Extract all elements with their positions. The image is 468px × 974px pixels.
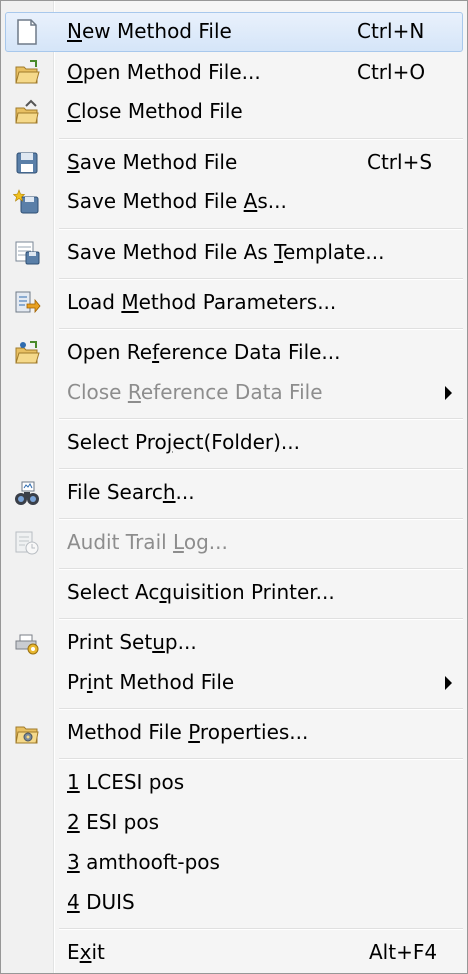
menu-item-select-project-folder[interactable]: Select Project(Folder)... [5, 423, 463, 463]
shortcut-label: Ctrl+O [357, 60, 426, 84]
menu-item-close-reference-data-file: Close Reference Data File [5, 373, 463, 413]
menu-item-label: Print Setup... [67, 630, 197, 654]
separator [59, 138, 463, 140]
menu-item-print-method-file[interactable]: Print Method File [5, 663, 463, 703]
menu-item-label: Select Acquisition Printer... [67, 580, 335, 604]
menu-item-label: Close Reference Data File [67, 380, 323, 404]
menu-item-save-method-file[interactable]: Save Method File Ctrl+S [5, 143, 463, 183]
separator [59, 618, 463, 620]
menu-item-label: Open Reference Data File... [67, 340, 341, 364]
separator [59, 278, 463, 280]
properties-icon [15, 726, 39, 744]
menu-item-exit[interactable]: Exit Alt+F4 [5, 933, 463, 973]
menu-item-label: 3 amthooft-pos [67, 850, 220, 874]
menu-item-new-method-file[interactable]: New Method File Ctrl+N [5, 12, 463, 52]
new-file-icon [17, 19, 37, 45]
printer-setup-icon [15, 634, 39, 655]
menu-item-open-reference-data-file[interactable]: Open Reference Data File... [5, 333, 463, 373]
separator [59, 518, 463, 520]
binoculars-icon [15, 481, 39, 505]
shortcut-label: Alt+F4 [369, 940, 438, 964]
save-as-icon [13, 189, 39, 214]
menu-item-open-method-file[interactable]: Open Method File... Ctrl+O [5, 53, 463, 93]
menu-item-label: File Search... [67, 480, 195, 504]
recent-file-item[interactable]: 3 amthooft-pos [5, 843, 463, 883]
menu-item-select-acquisition-printer[interactable]: Select Acquisition Printer... [5, 573, 463, 613]
open-folder-icon [15, 60, 40, 84]
menu-item-label: 1 LCESI pos [67, 770, 185, 794]
shortcut-label: Ctrl+S [367, 150, 433, 174]
menu-item-label: Exit [67, 940, 105, 964]
menu-item-method-file-properties[interactable]: Method File Properties... [5, 713, 463, 753]
recent-file-item[interactable]: 1 LCESI pos [5, 763, 463, 803]
separator [59, 468, 463, 470]
separator [59, 228, 463, 230]
submenu-arrow-icon [445, 386, 452, 400]
menu-item-label: Save Method File [67, 150, 238, 174]
menu-item-file-search[interactable]: File Search... [5, 473, 463, 513]
menu-item-save-as-template[interactable]: Save Method File As Template... [5, 233, 463, 273]
file-menu: New Method File Ctrl+N Open Method File.… [0, 0, 468, 974]
separator [59, 928, 463, 930]
menu-item-save-method-file-as[interactable]: Save Method File As... [5, 182, 463, 222]
menu-item-label: Save Method File As... [67, 189, 287, 213]
menu-item-label: Select Project(Folder)... [67, 430, 300, 454]
menu-item-label: Print Method File [67, 670, 235, 694]
menu-item-audit-trail-log: Audit Trail Log... [5, 523, 463, 563]
menu-item-label: New Method File [67, 19, 232, 43]
separator [59, 568, 463, 570]
load-parameters-icon [15, 291, 41, 314]
menu-item-close-method-file[interactable]: Close Method File [5, 92, 463, 132]
audit-log-icon [15, 531, 39, 555]
recent-file-item[interactable]: 4 DUIS [5, 883, 463, 923]
recent-file-item[interactable]: 2 ESI pos [5, 803, 463, 843]
menu-item-label: Open Method File... [67, 60, 261, 84]
separator [59, 758, 463, 760]
menu-item-label: Load Method Parameters... [67, 290, 337, 314]
menu-item-label: Audit Trail Log... [67, 530, 228, 554]
submenu-arrow-icon [445, 676, 452, 690]
menu-item-label: Method File Properties... [67, 720, 309, 744]
menu-item-load-method-parameters[interactable]: Load Method Parameters... [5, 283, 463, 323]
menu-item-label: 2 ESI pos [67, 810, 160, 834]
save-template-icon [15, 241, 40, 265]
separator [59, 708, 463, 710]
menu-item-label: Close Method File [67, 99, 243, 123]
menu-item-print-setup[interactable]: Print Setup... [5, 623, 463, 663]
separator [59, 418, 463, 420]
open-reference-icon [15, 341, 40, 364]
close-folder-icon [15, 99, 39, 124]
menu-item-label: Save Method File As Template... [67, 240, 385, 264]
menu-item-label: 4 DUIS [67, 890, 135, 914]
save-icon [16, 152, 38, 174]
shortcut-label: Ctrl+N [357, 19, 425, 43]
separator [59, 328, 463, 330]
